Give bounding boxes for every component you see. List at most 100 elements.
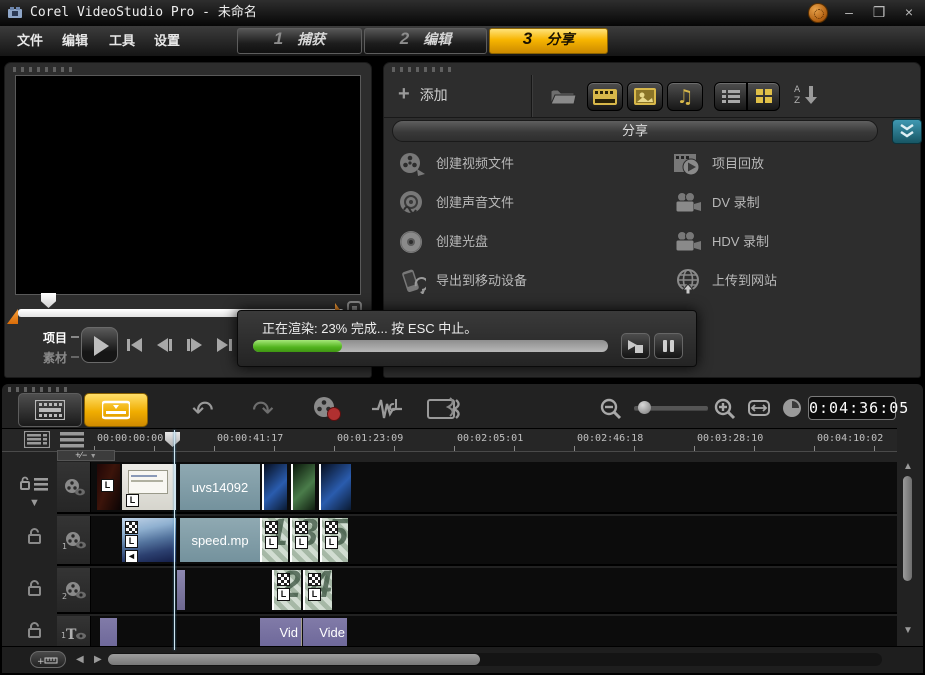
overlay-track-1-header[interactable]: 1 <box>57 516 91 564</box>
chapter-point-button[interactable]: + <box>30 651 66 668</box>
clip-mode-button[interactable]: 素材 <box>43 349 67 366</box>
registration-badge-icon[interactable] <box>808 3 828 23</box>
ruler-playhead-marker[interactable] <box>165 432 180 447</box>
record-capture-button[interactable] <box>310 395 344 423</box>
browse-folder-button[interactable] <box>549 85 577 107</box>
menu-edit[interactable]: 编辑 <box>62 26 88 56</box>
filter-audio-button[interactable]: ♫ <box>667 82 703 111</box>
scroll-right-button[interactable]: ▶ <box>94 655 102 665</box>
track-lock-icon[interactable] <box>28 622 42 638</box>
video-clip-thumbnail[interactable] <box>262 464 287 510</box>
menu-file[interactable]: 文件 <box>17 26 43 56</box>
menu-tools[interactable]: 工具 <box>109 26 135 56</box>
music-icon: ♫ <box>676 86 693 108</box>
play-button[interactable] <box>81 327 118 363</box>
maximize-button[interactable]: ❒ <box>866 1 892 23</box>
playhead-line[interactable] <box>174 430 175 650</box>
title-clip[interactable]: Vid <box>260 618 302 647</box>
vertical-scrollbar-thumb[interactable] <box>903 476 912 581</box>
option-dv-record[interactable]: DV 录制 <box>674 190 908 216</box>
track-lock-icon[interactable] <box>28 580 42 596</box>
overlay-track-2-content: 2 L 4 L <box>92 568 897 612</box>
collapse-panel-button[interactable] <box>892 119 922 144</box>
project-mode-button[interactable]: 项目 <box>43 329 67 346</box>
title-clip[interactable]: Vide <box>303 618 347 647</box>
countdown-clip[interactable]: 4 L <box>303 570 332 610</box>
timeline-view-button[interactable] <box>84 393 148 427</box>
video-clip-thumbnail[interactable] <box>319 464 351 510</box>
add-remove-track-button[interactable]: +∕− ▼ <box>57 450 115 461</box>
track-manager-button[interactable] <box>24 431 50 448</box>
fit-timeline-button[interactable] <box>748 400 770 416</box>
sound-mixer-button[interactable] <box>370 396 404 422</box>
fade-badge: L <box>265 536 278 549</box>
zoom-slider[interactable] <box>634 406 708 410</box>
overlay-clip[interactable]: speed.mp <box>180 518 260 562</box>
scroll-left-button[interactable]: ◀ <box>76 655 84 665</box>
auto-music-button[interactable] <box>426 396 462 422</box>
redo-button[interactable]: ↷ <box>252 397 274 423</box>
countdown-clip[interactable]: 5 L <box>320 518 348 562</box>
grid-view-button[interactable] <box>747 82 780 111</box>
tab-share[interactable]: 3分享 <box>489 28 608 54</box>
close-button[interactable]: × <box>896 1 922 23</box>
add-button[interactable]: + 添加 <box>398 83 448 106</box>
overlay-clip-thumbnail[interactable]: L ◄ <box>122 518 176 562</box>
horizontal-scrollbar-track[interactable] <box>108 653 882 666</box>
tab-edit[interactable]: 2编辑 <box>364 28 487 54</box>
scroll-up-button[interactable]: ▲ <box>903 462 913 472</box>
option-project-playback[interactable]: 项目回放 <box>674 151 908 177</box>
gallery-header[interactable]: 分享 <box>392 120 878 142</box>
scroll-down-button[interactable]: ▼ <box>903 626 913 636</box>
zoom-in-button[interactable] <box>714 398 736 420</box>
scrubber-playhead[interactable] <box>41 293 56 308</box>
camcorder-icon <box>674 230 702 254</box>
ripple-edit-all-icon[interactable] <box>20 476 50 492</box>
mobile-device-icon <box>398 268 426 294</box>
track-view-button[interactable] <box>60 431 84 448</box>
list-view-button[interactable] <box>714 82 747 111</box>
overlay-clip-small[interactable] <box>177 570 185 610</box>
collapse-tracks-chevron[interactable]: ▼ <box>29 498 40 509</box>
option-hdv-record[interactable]: HDV 录制 <box>674 229 908 255</box>
option-upload-web[interactable]: 上传到网站 <box>674 268 908 294</box>
video-clip[interactable]: uvs14092 <box>180 464 260 510</box>
home-button[interactable] <box>121 333 147 357</box>
timeline-toolbar: ↶ ↷ 0:04:36:05 <box>2 392 923 428</box>
undo-button[interactable]: ↶ <box>192 397 214 423</box>
menu-settings[interactable]: 设置 <box>154 26 180 56</box>
sort-button[interactable]: AZ <box>794 83 820 105</box>
option-create-disc[interactable]: 创建光盘 <box>398 229 674 255</box>
end-button[interactable] <box>211 333 237 357</box>
title-clip-small[interactable] <box>100 618 117 647</box>
video-track-header[interactable] <box>57 462 91 512</box>
duration-clock-button[interactable] <box>782 398 802 418</box>
pause-button[interactable] <box>654 333 683 359</box>
zoom-slider-knob[interactable] <box>638 401 651 414</box>
filter-image-button[interactable] <box>627 82 663 111</box>
option-create-audio[interactable]: 创建声音文件 <box>398 190 674 216</box>
trim-start-handle[interactable] <box>7 309 18 324</box>
video-clip-thumbnail[interactable]: L <box>122 464 176 510</box>
option-create-video[interactable]: 创建视频文件 <box>398 151 674 177</box>
horizontal-scrollbar-thumb[interactable] <box>108 654 480 665</box>
filter-video-button[interactable] <box>587 82 623 111</box>
tab-capture[interactable]: 1捕获 <box>237 28 362 54</box>
minimize-button[interactable]: – <box>836 1 862 23</box>
track-lock-icon[interactable] <box>28 528 42 544</box>
title-track-header[interactable]: 1T <box>57 616 91 649</box>
option-export-mobile[interactable]: 导出到移动设备 <box>398 268 674 294</box>
zoom-out-button[interactable] <box>600 398 622 420</box>
video-clip-thumbnail[interactable] <box>291 464 315 510</box>
preview-toggle-button[interactable] <box>621 333 650 359</box>
next-frame-button[interactable] <box>181 333 207 357</box>
video-track-row: L L uvs14092 <box>57 462 897 514</box>
storyboard-view-button[interactable] <box>18 393 82 427</box>
countdown-clip[interactable]: 3 L <box>290 518 318 562</box>
countdown-clip[interactable]: 1 L <box>260 518 288 562</box>
prev-frame-button[interactable] <box>151 333 177 357</box>
overlay-track-2-header[interactable]: 2 <box>57 568 91 612</box>
panel-grip <box>392 67 452 72</box>
countdown-clip[interactable]: 2 L <box>272 570 301 610</box>
fade-badge: L <box>308 588 321 601</box>
